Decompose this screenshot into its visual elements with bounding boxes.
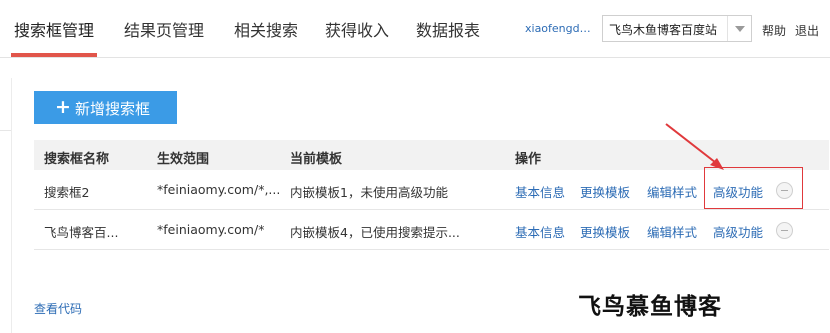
basic-info-link[interactable]: 基本信息 — [515, 182, 565, 201]
row-scope: *feiniaomy.com/* — [157, 222, 265, 237]
annotation-arrow-icon — [665, 123, 724, 170]
tab-data-reports[interactable]: 数据报表 — [416, 17, 480, 41]
username-link[interactable]: xiaofengdu... — [525, 22, 597, 35]
row-scope: *feiniaomy.com/*,... — [157, 182, 279, 197]
tab-earn-income[interactable]: 获得收入 — [325, 17, 389, 41]
active-tab-indicator — [11, 53, 97, 57]
plus-icon: + — [55, 96, 71, 118]
help-link[interactable]: 帮助 — [762, 22, 786, 39]
top-nav-bar: 搜索框管理 结果页管理 相关搜索 获得收入 数据报表 xiaofengdu...… — [0, 0, 830, 58]
logout-link[interactable]: 退出 — [795, 22, 819, 39]
view-code-link[interactable]: 查看代码 — [34, 300, 82, 317]
column-header-template: 当前模板 — [290, 152, 343, 167]
column-header-scope: 生效范围 — [157, 152, 210, 167]
row-template: 内嵌模板1，未使用高级功能 — [290, 185, 448, 200]
remove-circle-icon[interactable] — [776, 222, 793, 239]
tab-related-search[interactable]: 相关搜索 — [234, 17, 298, 41]
add-search-box-label: 新增搜索框 — [75, 100, 151, 118]
site-select-value: 飞鸟木鱼博客百度站 — [609, 23, 718, 37]
chevron-down-icon[interactable] — [727, 16, 751, 41]
add-search-box-button[interactable]: + 新增搜索框 — [34, 91, 177, 124]
row-name: 飞鸟博客百... — [44, 225, 119, 240]
site-select[interactable]: 飞鸟木鱼博客百度站 — [602, 15, 752, 42]
table-row: 飞鸟博客百... *feiniaomy.com/* 内嵌模板4，已使用搜索提示.… — [34, 210, 829, 250]
tab-result-page-management[interactable]: 结果页管理 — [124, 17, 204, 41]
content-divider — [0, 130, 11, 131]
row-name: 搜索框2 — [44, 185, 90, 200]
basic-info-link[interactable]: 基本信息 — [515, 222, 565, 241]
row-template: 内嵌模板4，已使用搜索提示... — [290, 225, 460, 240]
content-left-border — [11, 78, 12, 333]
change-template-link[interactable]: 更换模板 — [580, 222, 630, 241]
column-header-operations: 操作 — [515, 152, 542, 167]
edit-style-link[interactable]: 编辑样式 — [647, 222, 697, 241]
edit-style-link[interactable]: 编辑样式 — [647, 182, 697, 201]
column-header-name: 搜索框名称 — [44, 152, 110, 167]
change-template-link[interactable]: 更换模板 — [580, 182, 630, 201]
tab-search-box-management[interactable]: 搜索框管理 — [14, 17, 94, 41]
advanced-features-link[interactable]: 高级功能 — [713, 222, 763, 241]
watermark: 飞鸟慕鱼博客 — [578, 294, 722, 320]
